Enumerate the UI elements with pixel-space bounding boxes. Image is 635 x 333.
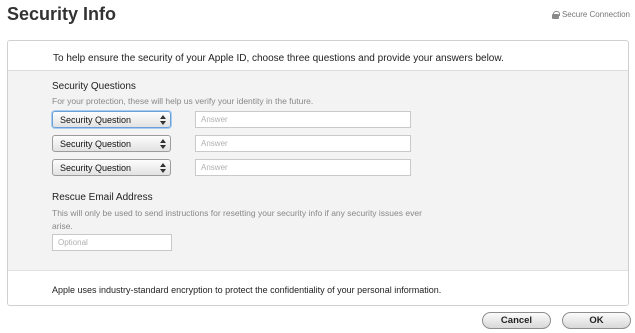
select-value: Security Question — [60, 114, 132, 125]
security-question-select-3[interactable]: Security Question — [52, 159, 171, 176]
security-question-select-1[interactable]: Security Question — [52, 111, 171, 128]
answer-input-3[interactable]: Answer — [195, 159, 411, 176]
select-value: Security Question — [60, 162, 132, 173]
security-questions-label: Security Questions — [52, 81, 136, 92]
answer-input-1[interactable]: Answer — [195, 111, 411, 128]
select-arrows-icon — [160, 139, 166, 149]
select-arrows-icon — [160, 163, 166, 173]
encryption-notice: Apple uses industry-standard encryption … — [52, 285, 442, 295]
rescue-email-input[interactable]: Optional — [52, 234, 172, 251]
footer-band: Apple uses industry-standard encryption … — [8, 270, 628, 305]
secure-connection-label: Secure Connection — [561, 10, 630, 19]
select-arrows-icon — [160, 115, 166, 125]
cancel-button[interactable]: Cancel — [482, 312, 551, 329]
intro-band: To help ensure the security of your Appl… — [8, 41, 628, 71]
secure-connection-indicator: Secure Connection — [551, 10, 630, 19]
intro-text: To help ensure the security of your Appl… — [53, 53, 504, 64]
answer-input-2[interactable]: Answer — [195, 135, 411, 152]
security-questions-help: For your protection, these will help us … — [52, 96, 314, 106]
rescue-email-help: This will only be used to send instructi… — [52, 208, 422, 231]
security-question-select-2[interactable]: Security Question — [52, 135, 171, 152]
lock-icon — [551, 10, 560, 19]
security-info-panel: To help ensure the security of your Appl… — [7, 40, 629, 306]
rescue-email-label: Rescue Email Address — [52, 192, 153, 203]
ok-button[interactable]: OK — [562, 312, 631, 329]
select-value: Security Question — [60, 138, 132, 149]
page-title: Security Info — [7, 4, 117, 24]
